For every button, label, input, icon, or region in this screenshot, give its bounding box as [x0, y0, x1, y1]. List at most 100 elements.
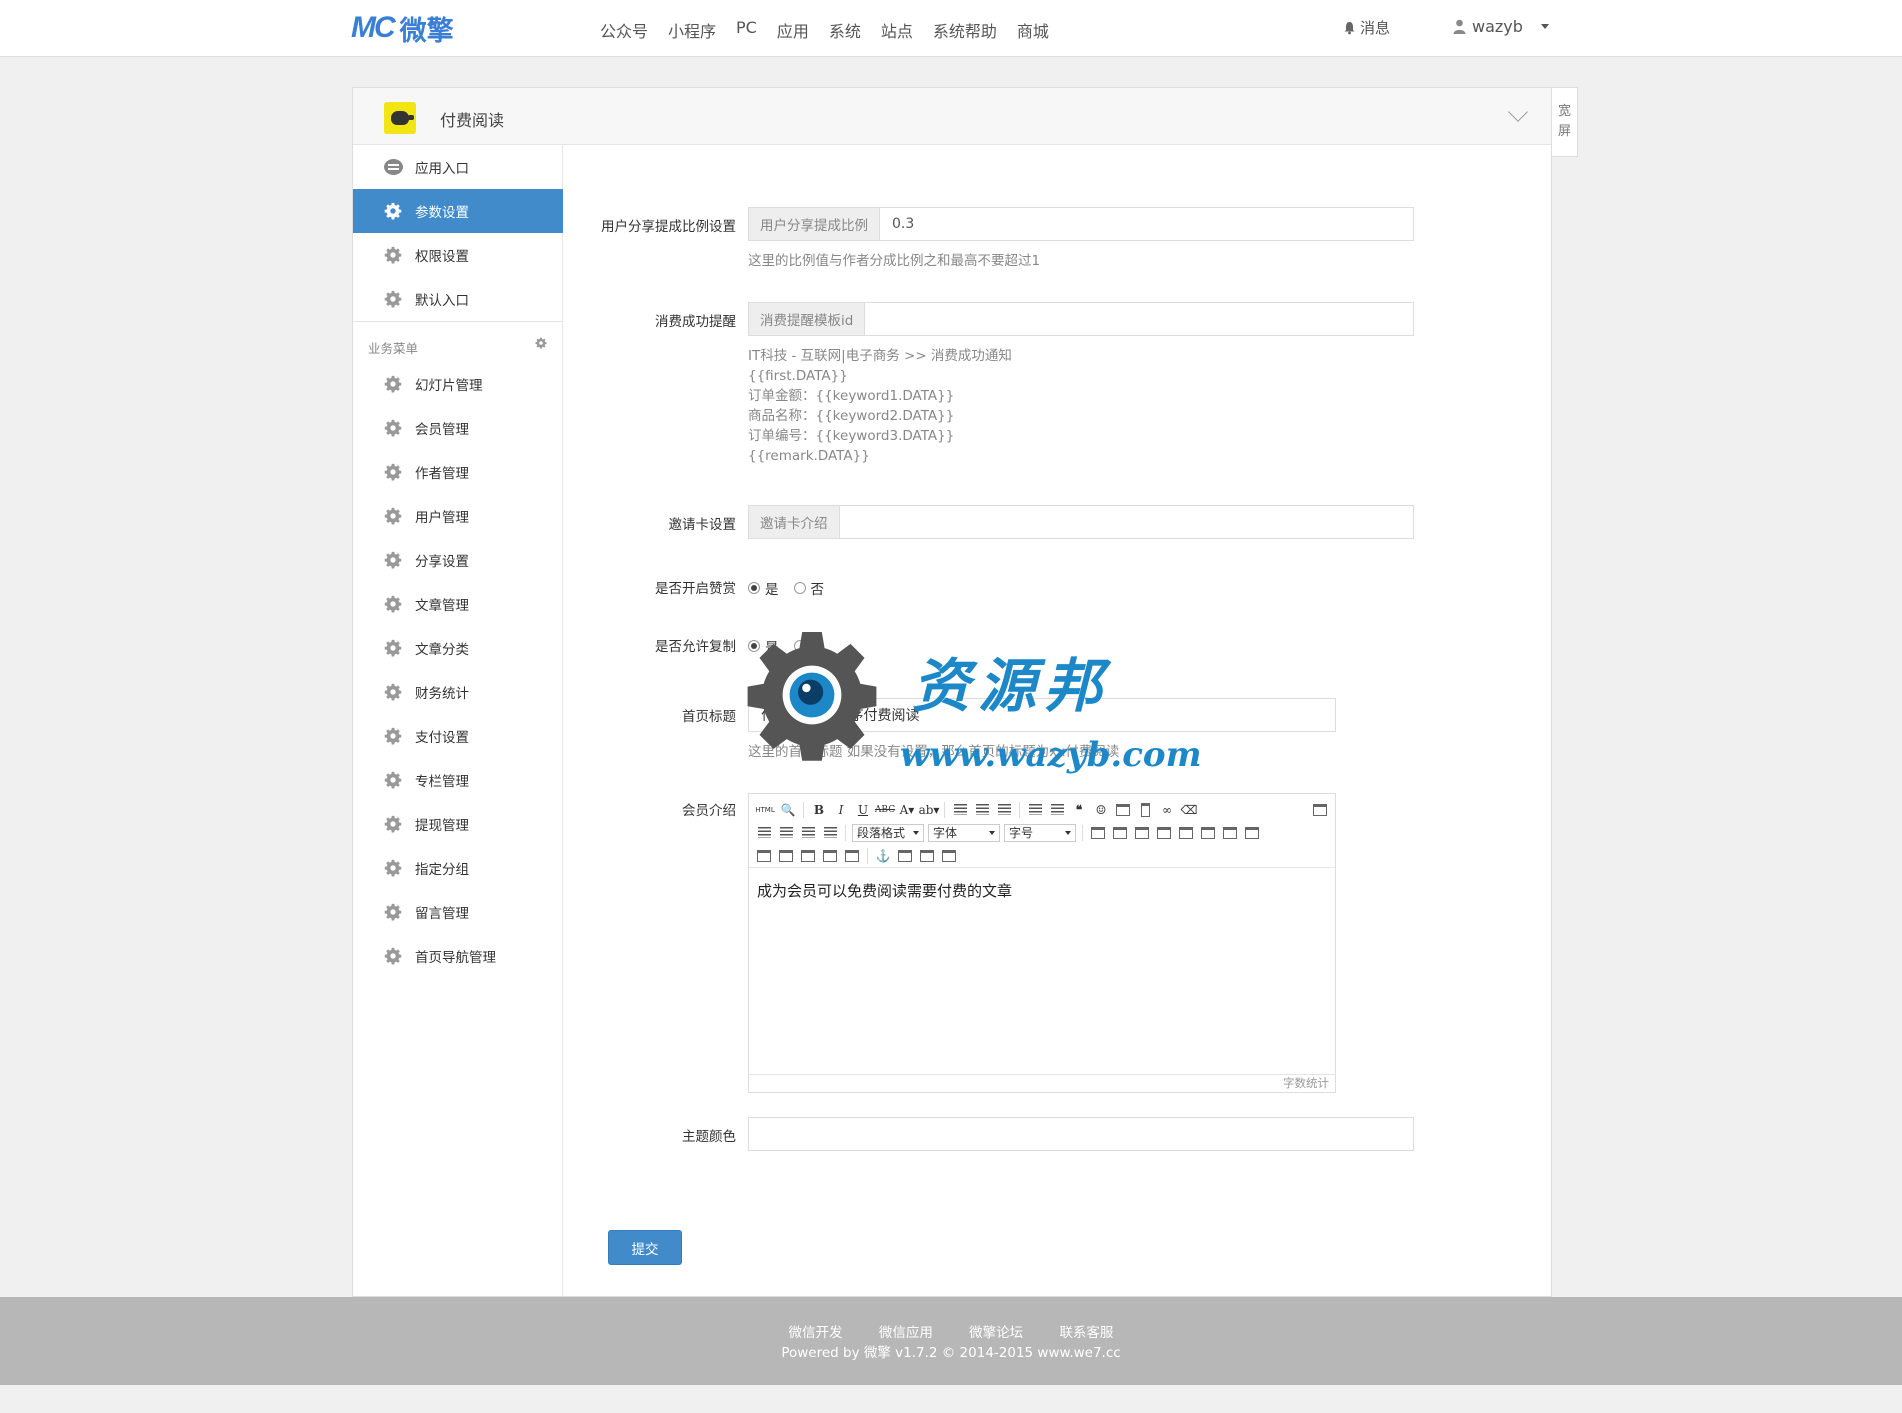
- insert-col-icon[interactable]: [1199, 824, 1217, 842]
- sidebar-menu-item[interactable]: 文章管理: [353, 582, 563, 626]
- paragraph-format-select[interactable]: 段落格式: [852, 823, 924, 842]
- line-height-icon[interactable]: [799, 824, 817, 842]
- table-title-icon[interactable]: [1133, 824, 1151, 842]
- emoji-icon[interactable]: ☺: [1092, 801, 1110, 819]
- insert-table-icon[interactable]: [1089, 824, 1107, 842]
- sidebar-item-label: 提现管理: [415, 818, 469, 834]
- sidebar-menu-item[interactable]: 提现管理: [353, 802, 563, 846]
- footer-link[interactable]: 联系客服: [1059, 1325, 1113, 1341]
- sidebar-item-label: 文章分类: [415, 642, 469, 658]
- nav-item-sites[interactable]: 站点: [871, 18, 923, 42]
- reward-no-radio[interactable]: [793, 582, 806, 594]
- merge-cells-icon[interactable]: [1243, 824, 1261, 842]
- nav-item-store[interactable]: 商城: [1007, 18, 1059, 42]
- indent-icon[interactable]: [821, 824, 839, 842]
- nav-item-pc[interactable]: PC: [726, 18, 767, 42]
- consume-notice-input[interactable]: [865, 303, 1413, 335]
- sidebar-menu-item[interactable]: 分享设置: [353, 538, 563, 582]
- gear-icon: [383, 289, 403, 309]
- footer-link[interactable]: 微擎论坛: [969, 1325, 1023, 1341]
- bold-icon[interactable]: B: [810, 801, 828, 819]
- editor-content[interactable]: 成为会员可以免费阅读需要付费的文章: [749, 868, 1335, 1068]
- nav-item-system[interactable]: 系统: [819, 18, 871, 42]
- eraser-icon[interactable]: ⌫: [1180, 801, 1198, 819]
- chevron-down-icon[interactable]: [1508, 102, 1528, 122]
- image-icon[interactable]: [1114, 801, 1132, 819]
- gear-icon[interactable]: [535, 337, 547, 349]
- preview-icon[interactable]: 🔍: [779, 801, 797, 819]
- footer-link[interactable]: 微信应用: [879, 1325, 933, 1341]
- sidebar-menu-item[interactable]: 专栏管理: [353, 758, 563, 802]
- sidebar-menu-item[interactable]: 文章分类: [353, 626, 563, 670]
- sidebar-menu-item[interactable]: 留言管理: [353, 890, 563, 934]
- home-title-input[interactable]: 付费阅读 小程序付费阅读: [748, 698, 1336, 732]
- print-icon[interactable]: [918, 847, 936, 865]
- quote-icon[interactable]: ❝: [1070, 801, 1088, 819]
- ordered-list-icon[interactable]: [1026, 801, 1044, 819]
- sidebar-menu-item[interactable]: 用户管理: [353, 494, 563, 538]
- align-right-icon[interactable]: [995, 801, 1013, 819]
- share-ratio-label: 用户分享提成比例设置: [601, 219, 736, 235]
- sidebar-menu-item[interactable]: 财务统计: [353, 670, 563, 714]
- split-cols-icon[interactable]: [843, 847, 861, 865]
- copy-no-radio[interactable]: [793, 640, 806, 652]
- page-break-icon[interactable]: [896, 847, 914, 865]
- sidebar-menu-item[interactable]: 指定分组: [353, 846, 563, 890]
- sidebar-menu-item[interactable]: 会员管理: [353, 406, 563, 450]
- sidebar-item-label: 财务统计: [415, 686, 469, 702]
- split-cells-icon[interactable]: [799, 847, 817, 865]
- main-nav: 公众号 小程序 PC 应用 系统 站点 系统帮助 商城: [590, 18, 1059, 42]
- merge-right-icon[interactable]: [755, 847, 773, 865]
- strikethrough-icon[interactable]: ABC: [875, 801, 895, 819]
- font-color-icon[interactable]: A▾: [898, 801, 916, 819]
- row-spacing-bottom-icon[interactable]: [777, 824, 795, 842]
- underline-icon[interactable]: U: [854, 801, 872, 819]
- reward-yes-radio[interactable]: [748, 582, 760, 594]
- insert-row-icon[interactable]: [1155, 824, 1173, 842]
- background-color-icon[interactable]: ab▾: [919, 801, 940, 819]
- link-icon[interactable]: ∞: [1158, 801, 1176, 819]
- merge-down-icon[interactable]: [777, 847, 795, 865]
- submit-button[interactable]: 提交: [608, 1230, 682, 1265]
- nav-item-apps[interactable]: 应用: [767, 18, 819, 42]
- italic-icon[interactable]: I: [832, 801, 850, 819]
- sidebar-menu-item[interactable]: 支付设置: [353, 714, 563, 758]
- editor-toolbar: HTML 🔍 B I U ABC A▾ ab▾ ❝ ☺ ∞ ⌫ 段落格式 字体 …: [749, 794, 1335, 868]
- fullscreen-icon[interactable]: [1311, 801, 1329, 819]
- invite-card-input[interactable]: [839, 506, 1413, 538]
- user-menu[interactable]: wazyb: [1453, 17, 1549, 36]
- paste-icon[interactable]: [940, 847, 958, 865]
- delete-row-icon[interactable]: [1177, 824, 1195, 842]
- theme-color-input[interactable]: [748, 1117, 1414, 1151]
- sidebar-menu-item[interactable]: 首页导航管理: [353, 934, 563, 978]
- copy-yes-radio[interactable]: [748, 640, 760, 652]
- align-center-icon[interactable]: [973, 801, 991, 819]
- messages-link[interactable]: 消息: [1343, 17, 1390, 38]
- row-spacing-top-icon[interactable]: [755, 824, 773, 842]
- split-rows-icon[interactable]: [821, 847, 839, 865]
- sidebar-item-params[interactable]: 参数设置: [353, 189, 563, 233]
- share-ratio-input[interactable]: [880, 208, 1413, 240]
- nav-item-gzh[interactable]: 公众号: [590, 18, 658, 42]
- wide-screen-toggle[interactable]: 宽 屏: [1552, 87, 1578, 157]
- sidebar-item-default-entry[interactable]: 默认入口: [353, 277, 563, 321]
- nav-item-miniapp[interactable]: 小程序: [658, 18, 726, 42]
- delete-col-icon[interactable]: [1221, 824, 1239, 842]
- html-source-button[interactable]: HTML: [755, 801, 775, 819]
- table-caption-icon[interactable]: [1111, 824, 1129, 842]
- sidebar-item-permissions[interactable]: 权限设置: [353, 233, 563, 277]
- font-family-select[interactable]: 字体: [928, 823, 1000, 842]
- unordered-list-icon[interactable]: [1048, 801, 1066, 819]
- sidebar-menu-item[interactable]: 幻灯片管理: [353, 362, 563, 406]
- footer: 微信开发 微信应用 微擎论坛 联系客服 Powered by 微擎 v1.7.2…: [0, 1297, 1902, 1385]
- copy-yes-label: 是: [765, 640, 779, 656]
- sidebar-menu-item[interactable]: 作者管理: [353, 450, 563, 494]
- sidebar-item-app-entry[interactable]: 应用入口: [353, 145, 563, 189]
- logo[interactable]: MC 微擎: [351, 10, 454, 47]
- nav-item-help[interactable]: 系统帮助: [923, 18, 1007, 42]
- video-icon[interactable]: [1136, 801, 1154, 819]
- anchor-icon[interactable]: ⚓: [874, 847, 892, 865]
- footer-link[interactable]: 微信开发: [789, 1325, 843, 1341]
- align-left-icon[interactable]: [951, 801, 969, 819]
- font-size-select[interactable]: 字号: [1004, 823, 1076, 842]
